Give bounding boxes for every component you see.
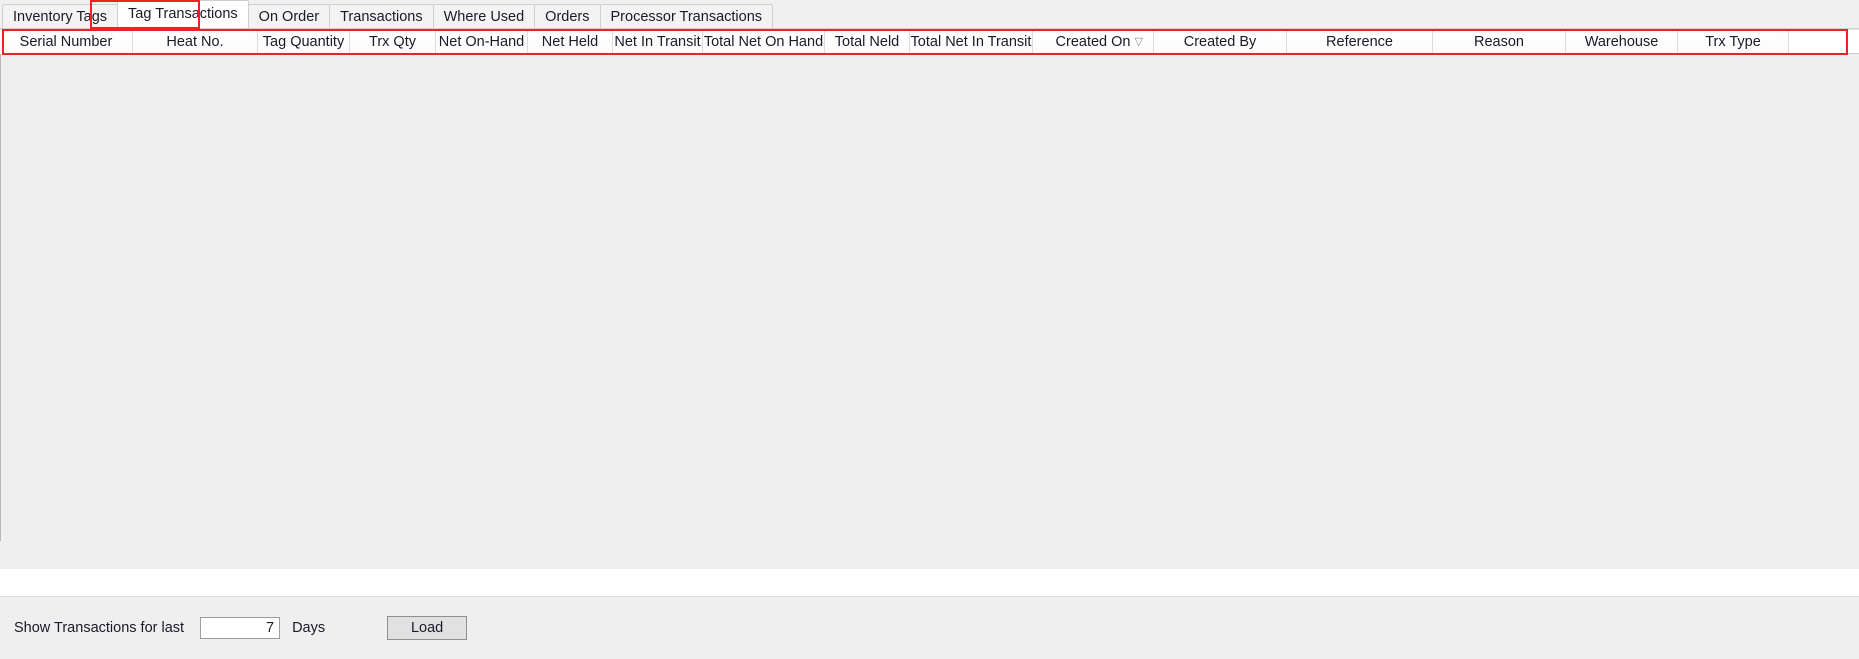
column-header-label: Reference bbox=[1326, 34, 1393, 50]
column-header-net-held[interactable]: Net Held bbox=[528, 30, 613, 54]
tab-inventory-tags[interactable]: Inventory Tags bbox=[2, 4, 119, 28]
column-header-net-on-hand[interactable]: Net On-Hand bbox=[436, 30, 528, 54]
column-header-label: Total Net On Hand bbox=[703, 34, 824, 50]
column-header-label: Heat No. bbox=[166, 34, 224, 50]
days-input[interactable] bbox=[200, 617, 281, 639]
column-header-reason[interactable]: Reason bbox=[1433, 30, 1566, 54]
footer-toolbar: Show Transactions for last Days Load bbox=[0, 596, 1859, 659]
column-header-label: Warehouse bbox=[1584, 34, 1659, 50]
column-header-label: Tag Quantity bbox=[262, 34, 345, 50]
column-header-label: Trx Type bbox=[1705, 34, 1761, 50]
tab-tag-transactions[interactable]: Tag Transactions bbox=[117, 0, 249, 28]
column-header-label: Net Held bbox=[541, 34, 599, 50]
column-header-net-in-transit[interactable]: Net In Transit bbox=[613, 30, 703, 54]
show-transactions-label: Show Transactions for last bbox=[14, 620, 185, 636]
column-header-created-by[interactable]: Created By bbox=[1154, 30, 1287, 54]
column-header-created-on[interactable]: Created On ▽ bbox=[1033, 30, 1154, 54]
grid-header-row: Serial Number Heat No. Tag Quantity Trx Qty… bbox=[0, 29, 1859, 54]
column-header-label: Serial Number bbox=[19, 34, 113, 50]
column-header-label: Trx Qty bbox=[369, 34, 416, 50]
grid-body-empty[interactable] bbox=[0, 54, 1859, 541]
column-header-serial-number[interactable]: Serial Number bbox=[0, 30, 133, 54]
column-header-tag-quantity[interactable]: Tag Quantity bbox=[258, 30, 350, 54]
tab-bar: Inventory Tags Tag Transactions On Order Tr… bbox=[0, 0, 1859, 29]
column-header-total-neld[interactable]: Total Neld bbox=[825, 30, 910, 54]
tab-on-order[interactable]: On Order bbox=[247, 4, 331, 28]
column-header-label: Net On-Hand bbox=[438, 34, 525, 50]
column-header-total-net-on-hand[interactable]: Total Net On Hand bbox=[703, 30, 825, 54]
column-header-heat-no-[interactable]: Heat No. bbox=[133, 30, 258, 54]
column-header-total-net-in-transit[interactable]: Total Net In Transit bbox=[910, 30, 1033, 54]
column-header-reference[interactable]: Reference bbox=[1287, 30, 1433, 54]
column-header-label: Created On bbox=[1055, 34, 1131, 50]
column-header-trx-type[interactable]: Trx Type bbox=[1678, 30, 1789, 54]
column-header-warehouse[interactable]: Warehouse bbox=[1566, 30, 1678, 54]
tab-where-used[interactable]: Where Used bbox=[432, 4, 536, 28]
load-button[interactable]: Load bbox=[387, 616, 468, 640]
tag-transactions-grid: Serial Number Heat No. Tag Quantity Trx Qty… bbox=[0, 29, 1859, 626]
tab-transactions[interactable]: Transactions bbox=[329, 4, 434, 28]
column-header-label: Reason bbox=[1474, 34, 1524, 50]
tab-orders[interactable]: Orders bbox=[534, 4, 601, 28]
column-header-trx-qty[interactable]: Trx Qty bbox=[350, 30, 436, 54]
column-header-label: Created By bbox=[1183, 34, 1257, 50]
column-header-label: Total Net In Transit bbox=[910, 34, 1032, 50]
sort-descending-icon: ▽ bbox=[1134, 36, 1143, 48]
column-header-label: Net In Transit bbox=[614, 34, 701, 50]
tab-processor-transactions[interactable]: Processor Transactions bbox=[599, 4, 774, 28]
column-header-label: Total Neld bbox=[834, 34, 900, 50]
days-unit-label: Days bbox=[292, 620, 326, 636]
